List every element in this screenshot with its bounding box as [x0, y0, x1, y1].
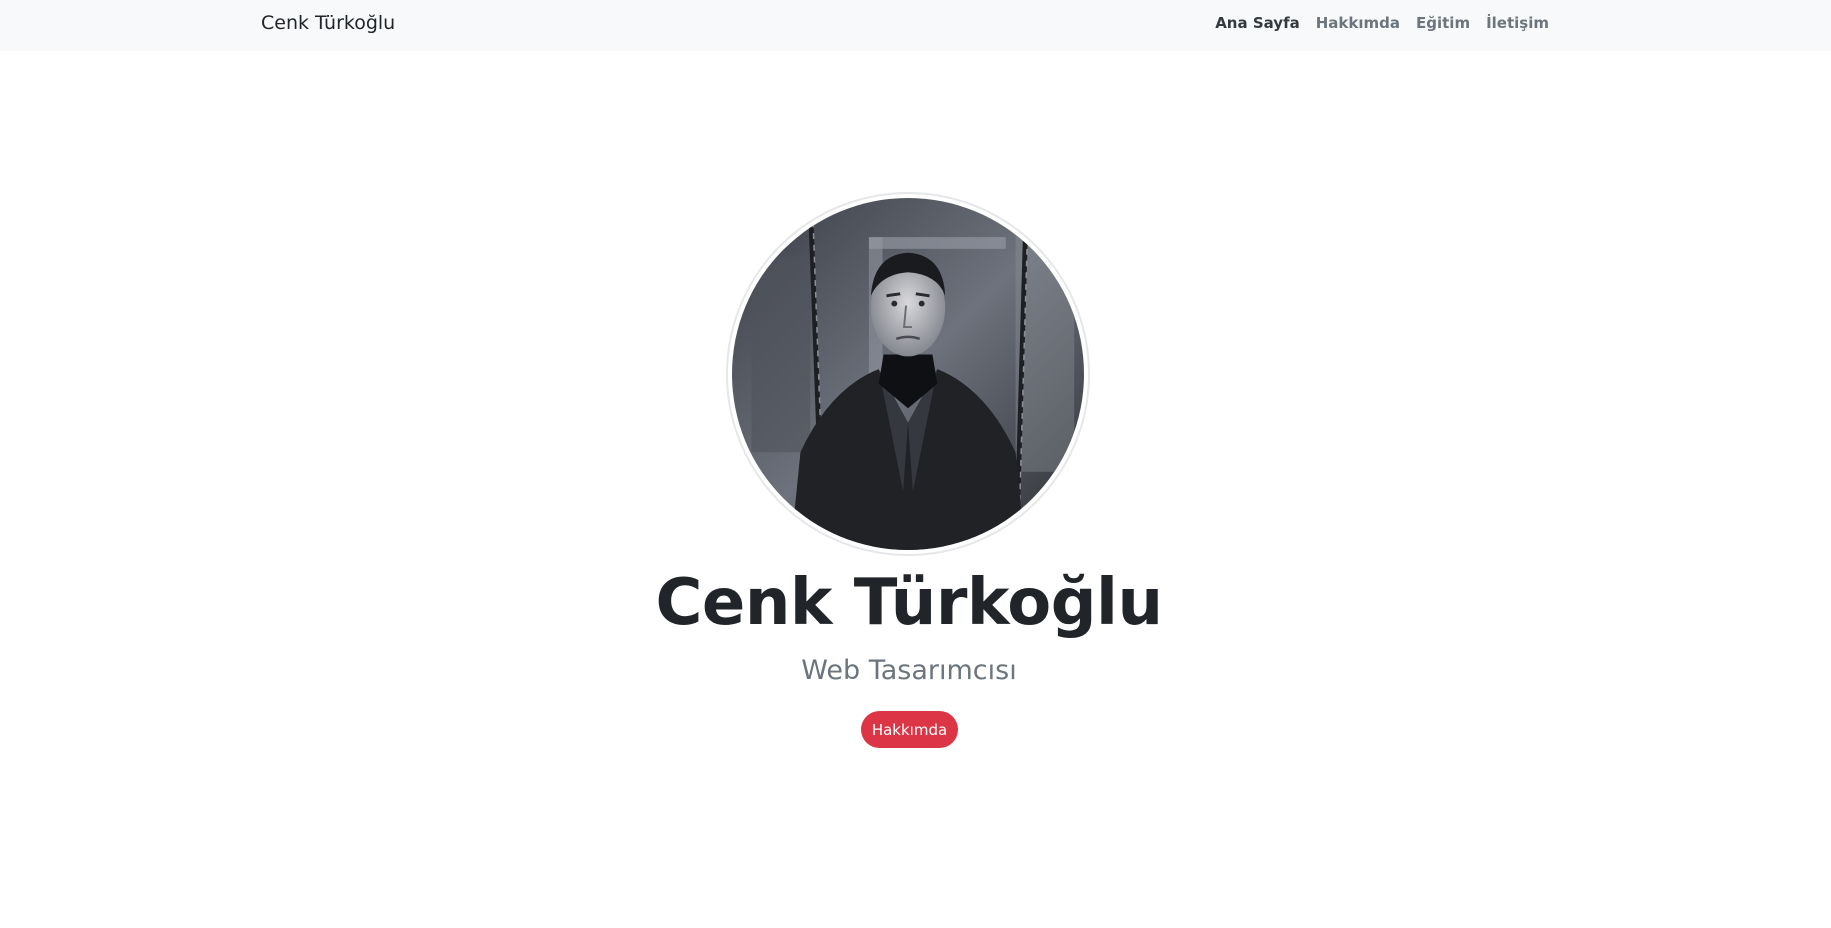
about-button[interactable]: Hakkımda: [861, 711, 958, 748]
hero-section: Cenk Türkoğlu Web Tasarımcısı Hakkımda: [0, 0, 1831, 928]
profile-avatar: [726, 192, 1090, 556]
profile-photo-icon: [732, 198, 1084, 550]
hero-name: Cenk Türkoğlu: [655, 566, 1163, 640]
hero-title: Web Tasarımcısı: [801, 655, 1017, 686]
